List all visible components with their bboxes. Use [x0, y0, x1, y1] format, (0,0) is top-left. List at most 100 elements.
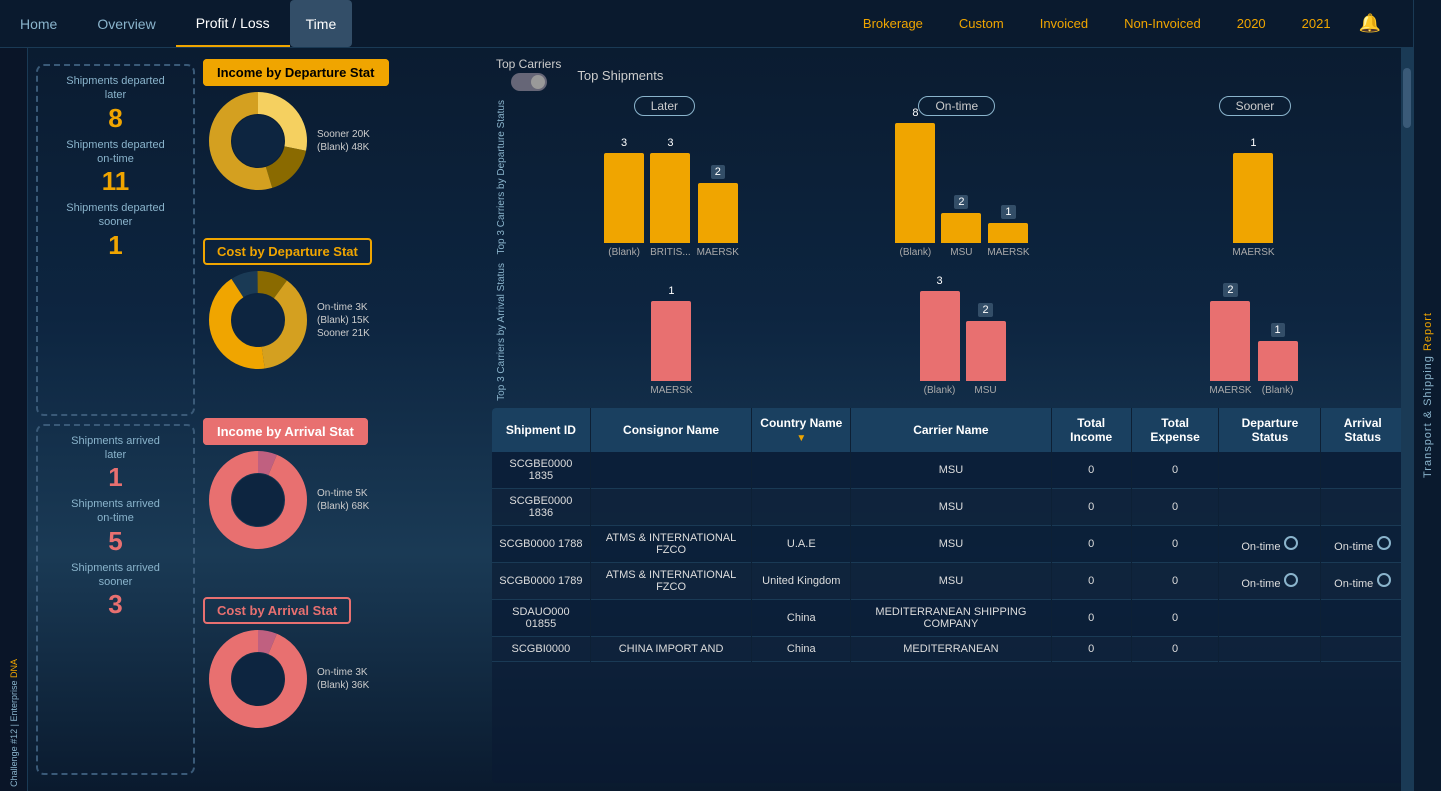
cost-arrival-donut: [203, 624, 313, 734]
arr-bar-sooner-maersk-bar: [1210, 301, 1250, 381]
status-sooner: Sooner: [1219, 96, 1292, 116]
col-country[interactable]: Country Name ▼: [752, 408, 851, 452]
bar-later-britis-bar: 3: [650, 153, 690, 243]
income-arrival-title: Income by Arrival Stat: [203, 418, 368, 445]
arrival-bars-row: 1 MAERSK 3 (Blank): [520, 266, 1405, 396]
arr-bar-sooner-maersk-lbl: MAERSK: [1209, 385, 1251, 396]
cost-departure-donut: [203, 265, 313, 375]
bar-ontime-blank: 8 (Blank): [895, 123, 935, 258]
bar-later-britis-val: 3: [667, 137, 673, 149]
arr-bar-ontime-blank-lbl: (Blank): [924, 385, 956, 396]
bar-later-blank-val: 3: [621, 137, 627, 149]
bar-sooner-maersk-bar: 1: [1233, 153, 1273, 243]
nav-brokerage[interactable]: Brokerage: [855, 16, 931, 31]
nav-invoiced[interactable]: Invoiced: [1032, 16, 1096, 31]
stat-arrived-sooner-value: 3: [86, 589, 146, 620]
arr-bar-ontime-blank: 3 (Blank): [920, 291, 960, 396]
shipments-table-container[interactable]: Shipment ID Consignor Name Country Name …: [492, 408, 1405, 783]
nav-profit-loss[interactable]: Profit / Loss: [176, 0, 290, 47]
arr-bar-ontime-msu-bar: [966, 321, 1006, 381]
nav-custom[interactable]: Custom: [951, 16, 1012, 31]
bar-ontime-msu: 2 MSU: [941, 195, 981, 258]
table-row[interactable]: SCGBE0000 1835MSU00: [492, 452, 1405, 489]
side-label: Transport & Shipping Report: [1413, 0, 1441, 791]
main-content: Shipments departed later 8 Shipments dep…: [28, 48, 1413, 791]
stat-departed-ontime: Shipments departed on-time 11: [50, 138, 181, 198]
bar-later-blank-bar: 3: [604, 153, 644, 243]
col-carrier: Carrier Name: [851, 408, 1051, 452]
table-header-row: Shipment ID Consignor Name Country Name …: [492, 408, 1405, 452]
table-body: SCGBE0000 1835MSU00SCGBE0000 1836MSU00SC…: [492, 452, 1405, 662]
col-consignor: Consignor Name: [590, 408, 752, 452]
cost-dep-label-blank: (Blank) 15K: [317, 315, 370, 326]
table-row[interactable]: SCGB0000 1788ATMS & INTERNATIONAL FZCOU.…: [492, 526, 1405, 563]
departure-axis-label: Top 3 Carriers by Departure Status: [492, 96, 520, 259]
table-row[interactable]: SCGBE0000 1836MSU00: [492, 489, 1405, 526]
bar-sooner-maersk-val: 1: [1250, 137, 1256, 149]
sort-arrow-country[interactable]: ▼: [796, 433, 806, 444]
bar-charts-section: Top 3 Carriers by Departure Status Top 3…: [488, 96, 1409, 404]
stats-column: Shipments departed later 8 Shipments dep…: [28, 56, 203, 783]
bar-ontime-msu-bar: [941, 213, 981, 243]
nav-time[interactable]: Time: [290, 0, 353, 47]
filter-bar: Top Carriers Top Shipments: [488, 52, 1409, 96]
stat-departed-sooner: Shipments departed sooner 1: [50, 201, 181, 261]
top-carriers-toggle[interactable]: [511, 73, 547, 91]
bar-ontime-blank-lbl: (Blank): [900, 247, 932, 258]
nav-2020[interactable]: 2020: [1229, 16, 1274, 31]
shipments-table: Shipment ID Consignor Name Country Name …: [492, 408, 1405, 662]
arr-bar-later-maersk-val: 1: [668, 285, 674, 297]
arr-bar-ontime-blank-val: 3: [936, 275, 942, 287]
challenge-label: Challenge #12 | Enterprise DNA: [5, 655, 23, 791]
bar-ontime-blank-val: 8: [912, 107, 918, 119]
bar-ontime-maersk-bar: [988, 223, 1028, 243]
bar-ontime-msu-lbl: MSU: [950, 247, 972, 258]
arr-bar-later-maersk-bar: 1: [651, 301, 691, 381]
cost-departure-title: Cost by Departure Stat: [203, 238, 372, 265]
bar-later-blank-lbl: (Blank): [608, 247, 640, 258]
arr-bar-sooner-blank-lbl: (Blank): [1262, 385, 1294, 396]
right-panel: Top Carriers Top Shipments Top 3 Carrier…: [488, 48, 1413, 791]
table-row[interactable]: SCGB0000 1789ATMS & INTERNATIONAL FZCOUn…: [492, 563, 1405, 600]
bar-later-blank: 3 (Blank): [604, 153, 644, 258]
departed-stats-box: Shipments departed later 8 Shipments dep…: [36, 64, 195, 416]
scrollbar-thumb[interactable]: [1403, 68, 1411, 128]
right-scrollbar[interactable]: [1401, 48, 1413, 791]
col-shipment-id: Shipment ID: [492, 408, 590, 452]
stat-arrived-ontime-value: 5: [86, 526, 146, 557]
arr-bar-later-maersk: 1 MAERSK: [650, 301, 692, 396]
stat-departed-later-label: Shipments departed later: [66, 74, 166, 103]
nav-2021[interactable]: 2021: [1294, 16, 1339, 31]
stat-arrived-sooner-label: Shipments arrived sooner: [66, 561, 166, 590]
status-ontime: On-time: [918, 96, 995, 116]
income-dep-label-blank: (Blank) 48K: [317, 142, 370, 153]
nav-non-invoiced[interactable]: Non-Invoiced: [1116, 16, 1209, 31]
cost-dep-label-sooner: Sooner 21K: [317, 328, 370, 339]
income-arr-label-blank: (Blank) 68K: [317, 501, 369, 512]
income-arr-label-ontime: On-time 5K: [317, 488, 369, 499]
col-dep-status: Departure Status: [1219, 408, 1321, 452]
bar-later-britis: 3 BRITIS...: [650, 153, 691, 258]
table-row[interactable]: SCGBI0000CHINA IMPORT ANDChinaMEDITERRAN…: [492, 637, 1405, 662]
bar-ontime-maersk-lbl: MAERSK: [987, 247, 1029, 258]
nav-home[interactable]: Home: [0, 0, 77, 47]
bell-icon[interactable]: 🔔: [1359, 13, 1381, 34]
nav-overview[interactable]: Overview: [77, 0, 175, 47]
col-expense: Total Expense: [1131, 408, 1219, 452]
stat-arrived-ontime: Shipments arrived on-time 5: [50, 497, 181, 557]
side-label-text: Transport & Shipping Report: [1422, 312, 1434, 478]
stat-arrived-ontime-label: Shipments arrived on-time: [66, 497, 166, 526]
stat-arrived-later-value: 1: [86, 462, 146, 493]
charts-column: Income by Departure Stat: [203, 56, 488, 783]
table-row[interactable]: SDAUO000 01855ChinaMEDITERRANEAN SHIPPIN…: [492, 600, 1405, 637]
arr-bar-ontime-msu-lbl: MSU: [974, 385, 996, 396]
stat-arrived-later-label: Shipments arrived later: [66, 434, 166, 463]
arr-bar-sooner-blank: 1 (Blank): [1258, 323, 1298, 396]
arr-bar-ontime-blank-bar: 3: [920, 291, 960, 381]
top-carriers-label: Top Carriers: [496, 57, 561, 71]
stat-departed-later: Shipments departed later 8: [50, 74, 181, 134]
left-panel: Shipments departed later 8 Shipments dep…: [28, 48, 488, 791]
bar-sooner-maersk-lbl: MAERSK: [1232, 247, 1274, 258]
col-country-label: Country Name: [760, 416, 842, 430]
bar-later-britis-lbl: BRITIS...: [650, 247, 691, 258]
